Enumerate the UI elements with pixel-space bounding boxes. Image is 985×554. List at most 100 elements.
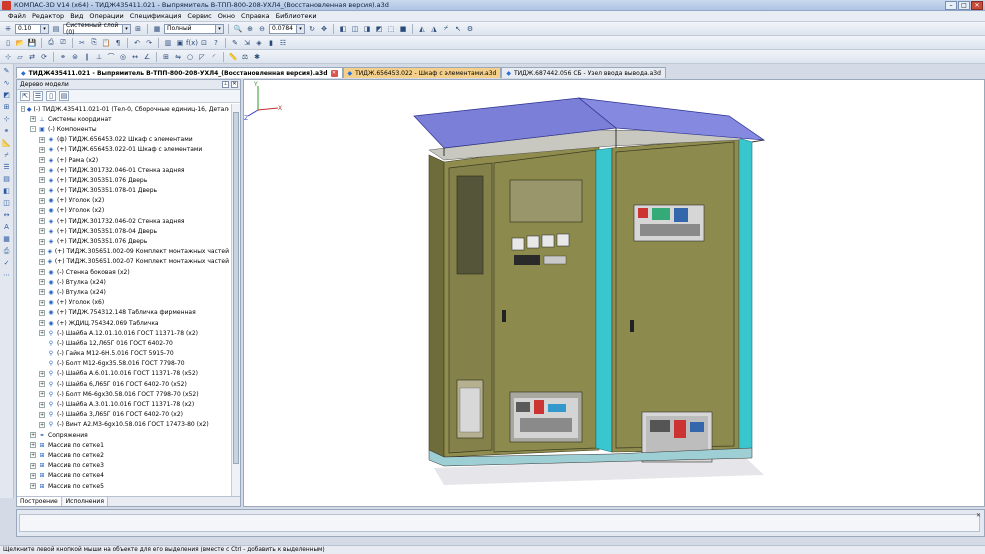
menu-window[interactable]: Окно — [218, 12, 235, 20]
tab-construction[interactable]: Построение — [17, 497, 62, 506]
insert-component-icon[interactable]: ⇲ — [242, 38, 252, 48]
tree-item[interactable]: + ⚲ (-) Шайба 6,Л65Г 016 ГОСТ 6402-70 (x52… — [17, 379, 229, 389]
expand-toggle-icon[interactable]: + — [39, 177, 45, 184]
tree-item[interactable]: ⚲ (-) Гайка М12-6Н.5.016 ГОСТ 5915-70 — [17, 349, 229, 359]
zoom-window-icon[interactable]: 🔍 — [233, 24, 243, 34]
tree-item[interactable]: + ◉ (+) Уголок (x2) — [17, 206, 229, 216]
parallel-icon[interactable]: ∥ — [82, 52, 92, 62]
tree-item[interactable]: - ▣ (-) Компоненты — [17, 124, 229, 134]
color-icon[interactable]: ▮ — [266, 38, 276, 48]
tree-item[interactable]: + ⚲ (-) Винт А2.М3-6gх10.58.016 ГОСТ 17473… — [17, 420, 229, 430]
expand-toggle-icon[interactable]: + — [39, 167, 45, 174]
close-panel-icon[interactable]: ✕ — [231, 81, 238, 88]
tree-item[interactable]: - ◆ (-) ТИДЖ.435411.021-01 (Тел-0, Сборочн… — [17, 104, 229, 114]
select-icon[interactable]: ↖ — [453, 24, 463, 34]
move-icon[interactable]: ⇄ — [27, 52, 37, 62]
layer-combo[interactable]: Системный слой (0) ▾ — [63, 22, 131, 36]
pin-icon[interactable]: ⊥ — [222, 81, 229, 88]
variables-icon[interactable]: f(x) — [186, 38, 198, 48]
open-icon[interactable]: 📂 — [15, 38, 25, 48]
expand-toggle-icon[interactable]: + — [39, 269, 45, 276]
menu-help[interactable]: Справка — [241, 12, 270, 20]
close-properties-icon[interactable]: ✕ — [975, 512, 982, 519]
tree-item[interactable]: + ◉ (+) ТИДЖ.754312.148 Табличка фирменная — [17, 308, 229, 318]
expand-toggle-icon[interactable]: + — [39, 330, 45, 337]
zoom-combo[interactable]: 0.0784 ▾ — [269, 23, 305, 34]
rotate-component-icon[interactable]: ⟳ — [39, 52, 49, 62]
settings-icon[interactable]: ⚙ — [465, 24, 475, 34]
close-button[interactable]: ✕ — [971, 1, 983, 10]
elements-design-icon[interactable]: ◧ — [2, 187, 12, 196]
tree-item[interactable]: + ◈ (+) Рама (x2) — [17, 155, 229, 165]
menu-libraries[interactable]: Библиотеки — [276, 12, 317, 20]
expand-toggle-icon[interactable]: + — [30, 432, 36, 439]
expand-toggle-icon[interactable]: + — [30, 472, 36, 479]
measure-panel-icon[interactable]: 📐 — [2, 139, 12, 148]
macro-icon[interactable]: ▦ — [2, 235, 12, 244]
print-icon[interactable]: ⎙ — [46, 38, 56, 48]
minimize-button[interactable]: – — [945, 1, 957, 10]
expand-toggle-icon[interactable]: + — [39, 381, 45, 388]
expand-toggle-icon[interactable]: + — [39, 258, 45, 265]
hidden-lines-icon[interactable]: ◨ — [362, 24, 372, 34]
dimensions-icon[interactable]: ↔ — [2, 211, 12, 220]
scroll-thumb[interactable] — [233, 112, 239, 464]
tree-item[interactable]: + ◈ (+) ТИДЖ.301732.046-01 Стенка задняя — [17, 165, 229, 175]
tab-document-main[interactable]: ◆ ТИДЖ435411.021 - Выпрямитель В-ТПП-800… — [16, 67, 343, 78]
close-tab-icon[interactable]: ✕ — [330, 69, 338, 77]
tree-item[interactable]: + ◈ (+) ТИДЖ.305351.076 Дверь — [17, 236, 229, 246]
menu-view[interactable]: Вид — [70, 12, 83, 20]
expand-toggle-icon[interactable]: + — [39, 218, 45, 225]
library-icon[interactable]: ▣ — [175, 38, 185, 48]
tree-item[interactable]: + ⊞ Массив по сетке2 — [17, 450, 229, 460]
paste-icon[interactable]: 📋 — [101, 38, 111, 48]
expand-toggle-icon[interactable]: + — [39, 197, 45, 204]
tangent-icon[interactable]: ⌒ — [106, 52, 116, 62]
tree-item[interactable]: + ◉ (+) ЖДИЦ.754342.069 Табличка — [17, 318, 229, 328]
expand-toggle-icon[interactable]: + — [39, 157, 45, 164]
tree-item[interactable]: + ◈ (ф) ТИДЖ.656453.022 Шкаф с элементами — [17, 135, 229, 145]
menu-specification[interactable]: Спецификация — [130, 12, 182, 20]
expand-toggle-icon[interactable]: + — [39, 299, 45, 306]
expand-toggle-icon[interactable]: + — [39, 228, 45, 235]
expand-toggle-icon[interactable]: + — [39, 391, 45, 398]
tree-item[interactable]: + ⚲ (-) Шайба А.6.01.10.016 ГОСТ 11371-78 … — [17, 369, 229, 379]
measure-icon[interactable]: 📏 — [228, 52, 238, 62]
tree-item[interactable]: + ⚭ Сопряжения — [17, 430, 229, 440]
view-mode-icon[interactable]: ▦ — [152, 24, 162, 34]
section-icon[interactable]: ◮ — [429, 24, 439, 34]
filter-icon[interactable]: ⌿ — [441, 24, 451, 34]
manager-icon[interactable]: ▥ — [163, 38, 173, 48]
menu-edit[interactable]: Редактор — [32, 12, 64, 20]
mates-panel-icon[interactable]: ⚭ — [2, 127, 12, 136]
tree-item[interactable]: + ⚲ (-) Шайба 3,Л65Г 016 ГОСТ 6402-70 (x2) — [17, 410, 229, 420]
expand-toggle-icon[interactable]: + — [39, 136, 45, 143]
collision-icon[interactable]: ✱ — [252, 52, 262, 62]
create-part-icon[interactable]: ◈ — [254, 38, 264, 48]
tree-item[interactable]: + ⊞ Массив по сетке4 — [17, 471, 229, 481]
coincide-icon[interactable]: ⊜ — [70, 52, 80, 62]
tree-scrollbar[interactable] — [231, 104, 240, 497]
tree-structure-icon[interactable]: ⇱ — [20, 91, 30, 101]
expand-toggle-icon[interactable]: + — [39, 370, 45, 377]
filter-panel-icon[interactable]: ⌿ — [2, 151, 12, 160]
mate-icon[interactable]: ⚭ — [58, 52, 68, 62]
undo-icon[interactable]: ↶ — [132, 38, 142, 48]
redo-icon[interactable]: ↷ — [144, 38, 154, 48]
tree-item[interactable]: + ⊥ Системы координат — [17, 114, 229, 124]
tree-item[interactable]: + ◈ (+) ТИДЖ.305651.002-07 Комплект монтаж… — [17, 257, 229, 267]
cube-solid-icon[interactable]: ■ — [398, 24, 408, 34]
menu-operations[interactable]: Операции — [89, 12, 123, 20]
scale-combo[interactable]: 0.10 ▾ — [15, 23, 49, 34]
concentric-icon[interactable]: ◎ — [118, 52, 128, 62]
hole-icon[interactable]: ○ — [185, 52, 195, 62]
tree-item[interactable]: ⚲ (-) Болт М12-6gх35.58.016 ГОСТ 7798-70 — [17, 359, 229, 369]
array-icon[interactable]: ⊞ — [161, 52, 171, 62]
half-tone-icon[interactable]: ◩ — [374, 24, 384, 34]
mirror-icon[interactable]: ⇋ — [173, 52, 183, 62]
tree-item[interactable]: + ◈ (+) ТИДЖ.305651.002-09 Комплект монтаж… — [17, 247, 229, 257]
fillet-icon[interactable]: ◜ — [209, 52, 219, 62]
expand-toggle-icon[interactable]: - — [30, 126, 36, 133]
axis-icon[interactable]: ⊹ — [3, 52, 13, 62]
menu-service[interactable]: Сервис — [187, 12, 211, 20]
